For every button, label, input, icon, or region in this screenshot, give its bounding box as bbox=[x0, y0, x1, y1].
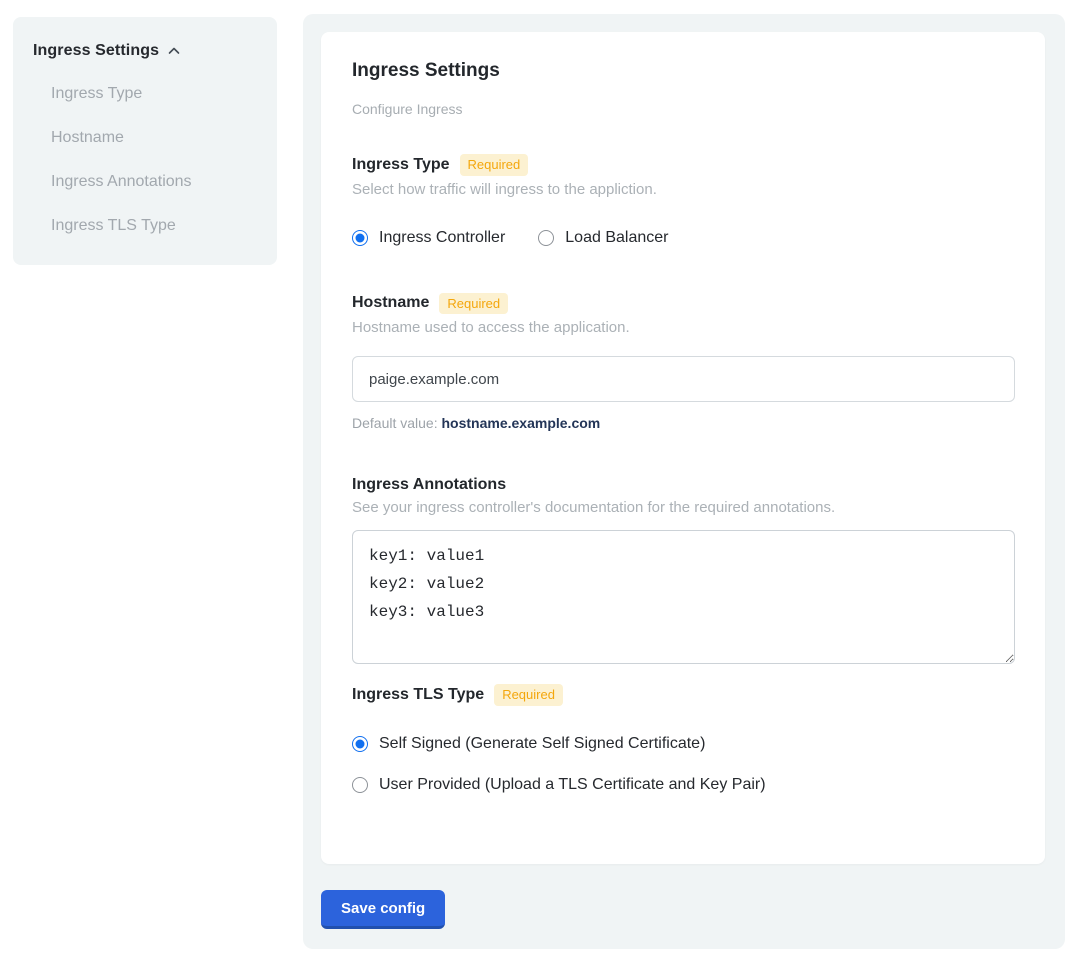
radio-button-icon[interactable] bbox=[352, 777, 368, 793]
required-badge: Required bbox=[494, 684, 563, 706]
required-badge: Required bbox=[460, 154, 529, 176]
sidebar: Ingress Settings Ingress Type Hostname I… bbox=[13, 17, 277, 265]
radio-label[interactable]: Self Signed (Generate Self Signed Certif… bbox=[379, 735, 705, 753]
hostname-input[interactable] bbox=[352, 356, 1015, 402]
sidebar-item-ingress-annotations[interactable]: Ingress Annotations bbox=[51, 173, 257, 191]
sidebar-section-title: Ingress Settings bbox=[33, 42, 159, 60]
ingress-type-description: Select how traffic will ingress to the a… bbox=[352, 181, 1015, 198]
page-subtitle: Configure Ingress bbox=[352, 101, 1015, 117]
ingress-type-label: Ingress Type bbox=[352, 156, 450, 174]
default-value-prefix: Default value: bbox=[352, 415, 442, 431]
field-ingress-type: Ingress Type Required Select how traffic… bbox=[352, 154, 1015, 247]
sidebar-item-ingress-tls-type[interactable]: Ingress TLS Type bbox=[51, 217, 257, 235]
radio-button-icon[interactable] bbox=[352, 230, 368, 246]
radio-button-icon[interactable] bbox=[352, 736, 368, 752]
default-value-text: hostname.example.com bbox=[442, 415, 601, 431]
page-title: Ingress Settings bbox=[352, 60, 1015, 82]
app-window: Ingress Settings Ingress Type Hostname I… bbox=[0, 0, 1090, 969]
ingress-type-radio-group: Ingress Controller Load Balancer bbox=[352, 229, 1015, 247]
tls-type-label: Ingress TLS Type bbox=[352, 686, 484, 704]
sidebar-item-ingress-type[interactable]: Ingress Type bbox=[51, 85, 257, 103]
field-hostname: Hostname Required Hostname used to acces… bbox=[352, 293, 1015, 432]
radio-label[interactable]: Load Balancer bbox=[565, 229, 668, 247]
save-config-button[interactable]: Save config bbox=[321, 890, 445, 929]
annotations-description: See your ingress controller's documentat… bbox=[352, 499, 1015, 516]
sidebar-item-list: Ingress Type Hostname Ingress Annotation… bbox=[33, 85, 257, 235]
radio-option-load-balancer[interactable]: Load Balancer bbox=[538, 229, 668, 247]
radio-option-self-signed[interactable]: Self Signed (Generate Self Signed Certif… bbox=[352, 735, 1015, 753]
sidebar-item-hostname[interactable]: Hostname bbox=[51, 129, 257, 147]
main-panel: Ingress Settings Configure Ingress Ingre… bbox=[303, 14, 1065, 949]
radio-option-user-provided[interactable]: User Provided (Upload a TLS Certificate … bbox=[352, 776, 1015, 794]
required-badge: Required bbox=[439, 293, 508, 315]
settings-card: Ingress Settings Configure Ingress Ingre… bbox=[321, 32, 1045, 864]
field-ingress-tls-type: Ingress TLS Type Required Self Signed (G… bbox=[352, 684, 1015, 794]
field-ingress-annotations: Ingress Annotations See your ingress con… bbox=[352, 476, 1015, 664]
hostname-default-value: Default value: hostname.example.com bbox=[352, 415, 1015, 431]
chevron-up-icon bbox=[166, 43, 182, 59]
annotations-textarea[interactable]: key1: value1 key2: value2 key3: value3 bbox=[352, 530, 1015, 664]
hostname-label: Hostname bbox=[352, 294, 429, 312]
annotations-label: Ingress Annotations bbox=[352, 476, 506, 494]
hostname-description: Hostname used to access the application. bbox=[352, 319, 1015, 336]
radio-option-ingress-controller[interactable]: Ingress Controller bbox=[352, 229, 505, 247]
radio-button-icon[interactable] bbox=[538, 230, 554, 246]
radio-label[interactable]: Ingress Controller bbox=[379, 229, 505, 247]
sidebar-section-header[interactable]: Ingress Settings bbox=[33, 42, 257, 60]
radio-label[interactable]: User Provided (Upload a TLS Certificate … bbox=[379, 776, 766, 794]
